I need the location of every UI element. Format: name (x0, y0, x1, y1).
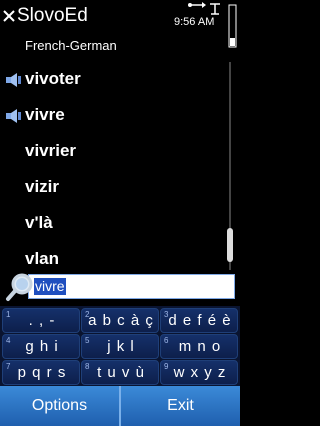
word-label: v'là (25, 213, 53, 232)
key-3[interactable]: 3 d e f é è (160, 308, 238, 333)
word-label: vivre (25, 105, 65, 124)
usb-signal-icon (188, 2, 220, 15)
list-item[interactable]: vlan (0, 242, 224, 272)
close-icon[interactable] (2, 9, 16, 23)
key-6[interactable]: 6 m n o (160, 334, 238, 359)
list-item[interactable]: vivre (0, 98, 224, 134)
word-list: vivoter vivre vivrier vizir v'là vlan (0, 62, 224, 272)
options-button[interactable]: Options (0, 386, 119, 426)
app-title: SlovoEd (17, 5, 88, 26)
clock: 9:56 AM (174, 16, 215, 28)
speaker-icon[interactable] (5, 109, 23, 123)
status-bar: SlovoEd 9:56 AM French-German (0, 0, 240, 60)
keypad: 1 . , - 2 a b c à ç 3 d e f é è 4 g h i … (0, 306, 240, 386)
battery-icon (228, 4, 237, 48)
list-item[interactable]: vizir (0, 170, 224, 206)
word-label: vivoter (25, 69, 81, 88)
word-label: vlan (25, 249, 60, 268)
list-item[interactable]: v'là (0, 206, 224, 242)
speaker-icon[interactable] (5, 73, 23, 87)
key-1[interactable]: 1 . , - (2, 308, 80, 333)
word-label: vizir (25, 177, 60, 196)
dictionary-name: French-German (25, 38, 117, 53)
key-8[interactable]: 8 t u v ù (81, 360, 159, 385)
search-icon (6, 273, 33, 301)
search-text: vivre (34, 278, 66, 295)
key-7[interactable]: 7 p q r s (2, 360, 80, 385)
key-9[interactable]: 9 w x y z (160, 360, 238, 385)
softkey-bar: Options Exit (0, 386, 240, 426)
key-5[interactable]: 5 j k l (81, 334, 159, 359)
key-4[interactable]: 4 g h i (2, 334, 80, 359)
word-label: vivrier (25, 141, 77, 160)
search-bar: vivre (0, 271, 240, 303)
search-input[interactable]: vivre (28, 274, 235, 299)
list-item[interactable]: vivoter (0, 62, 224, 98)
list-item[interactable]: vivrier (0, 134, 224, 170)
scrollbar[interactable] (226, 62, 234, 270)
exit-button[interactable]: Exit (121, 386, 240, 426)
key-2[interactable]: 2 a b c à ç (81, 308, 159, 333)
scroll-thumb[interactable] (227, 228, 233, 262)
